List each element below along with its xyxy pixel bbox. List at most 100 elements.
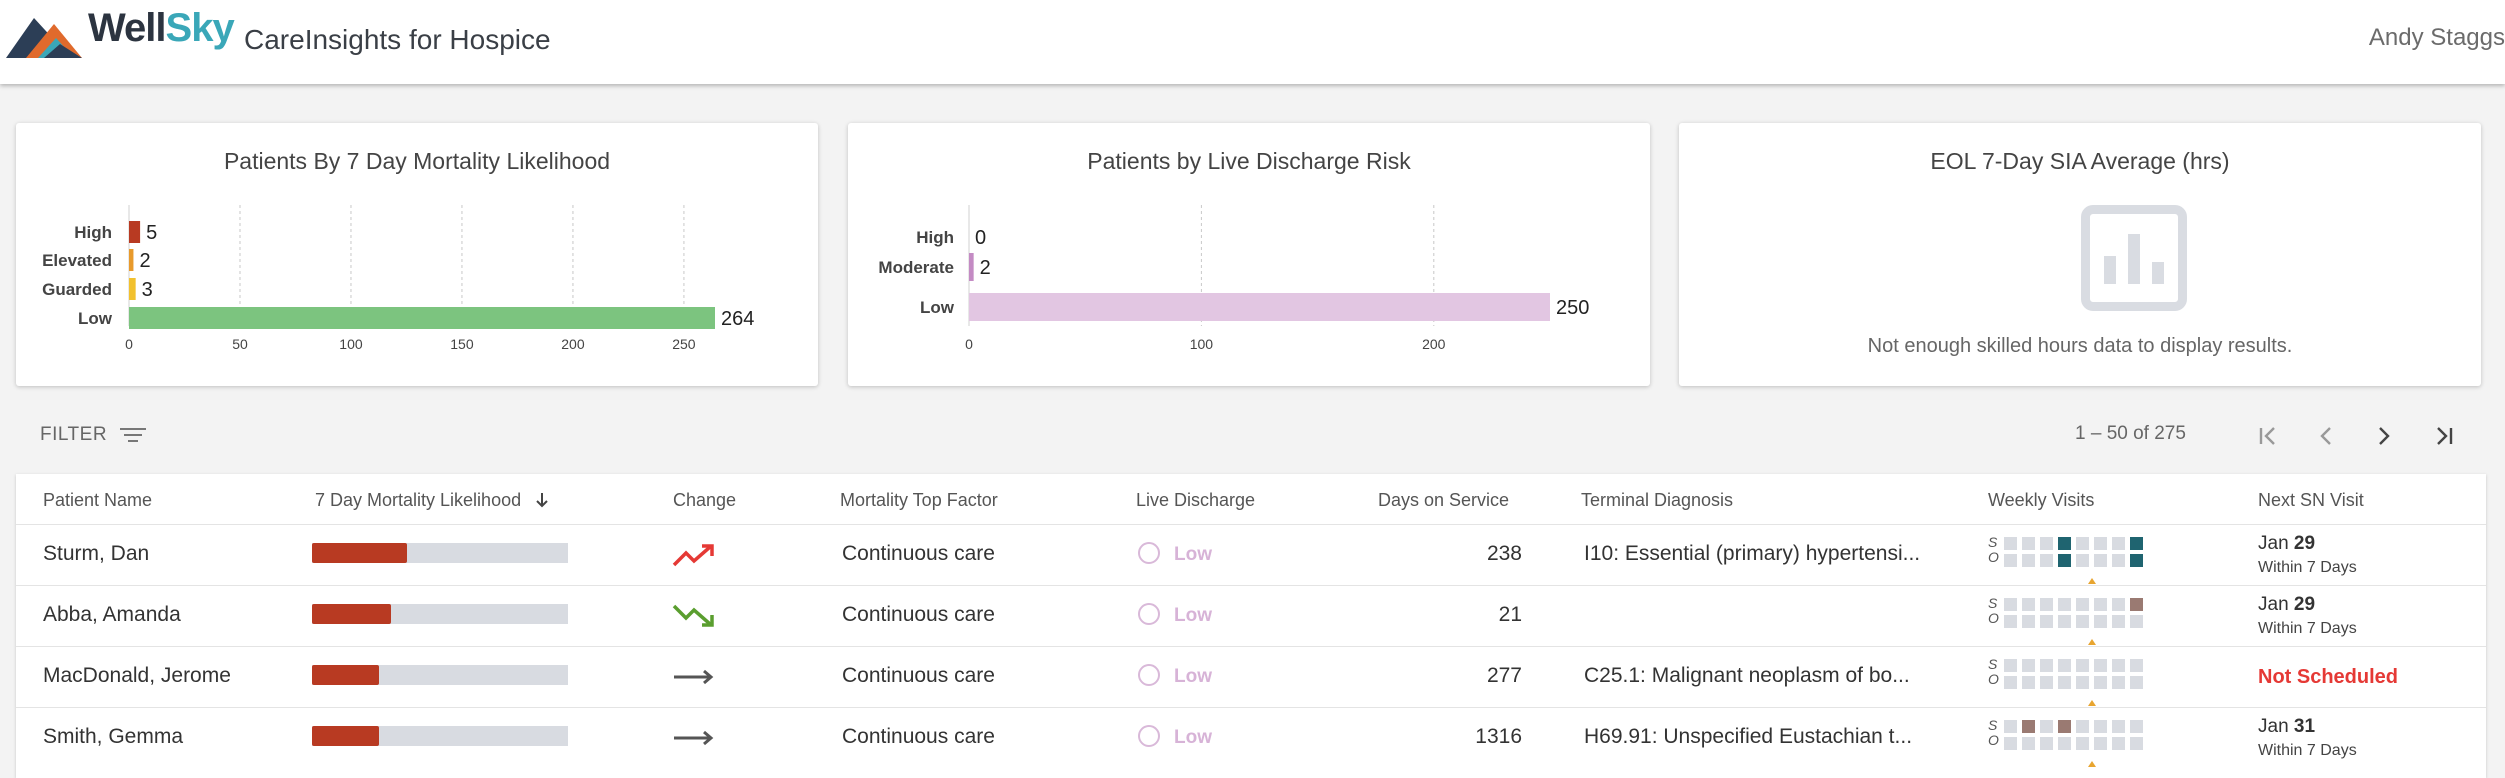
x-tick-label: 0 xyxy=(965,336,973,352)
weekly-visits-grid: SO xyxy=(1988,595,2148,646)
data-label: 5 xyxy=(146,222,157,244)
header-live-discharge[interactable]: Live Discharge xyxy=(1136,490,1255,511)
next-sn-window: Within 7 Days xyxy=(2258,559,2357,576)
brand-wordmark: WellSky xyxy=(88,6,235,51)
visit-cell xyxy=(2112,720,2125,733)
visit-cell xyxy=(2094,615,2107,628)
trend-down-icon xyxy=(672,604,714,627)
chart-bar xyxy=(129,307,715,329)
mortality-bar-fill xyxy=(312,665,379,685)
header-change[interactable]: Change xyxy=(673,490,736,511)
visit-cell xyxy=(2022,554,2035,567)
header-weekly-visits[interactable]: Weekly Visits xyxy=(1988,490,2094,511)
visit-cell xyxy=(2076,737,2089,750)
mortality-bar-track xyxy=(312,665,568,685)
visit-cell xyxy=(2058,737,2071,750)
visit-cell xyxy=(2130,720,2143,733)
visit-row-label: S xyxy=(1988,656,1998,672)
table-row[interactable]: MacDonald, Jerome Continuous care Low 277 C2… xyxy=(16,646,2486,707)
category-label: Elevated xyxy=(42,251,112,270)
arrow-right-icon xyxy=(674,730,714,746)
mortality-bar-fill xyxy=(312,543,407,563)
first-page-icon xyxy=(2259,427,2275,445)
table-row[interactable]: Abba, Amanda Continuous care Low 21 S O Jan 29… xyxy=(16,585,2486,646)
visit-cell xyxy=(2058,554,2071,567)
eol-chart-title: EOL 7-Day SIA Average (hrs) xyxy=(1930,148,2230,174)
visit-cell xyxy=(2022,615,2035,628)
visit-cell xyxy=(2058,537,2071,550)
header-next-sn-visit[interactable]: Next SN Visit xyxy=(2258,490,2364,511)
visit-row-label: S xyxy=(1988,717,1998,733)
days-on-service: 1316 xyxy=(1475,725,1522,748)
filter-button[interactable]: FILTER xyxy=(40,424,147,446)
visit-cell xyxy=(2094,720,2107,733)
discharge-chart-card: Patients by Live Discharge Risk 0 100 200 H… xyxy=(848,123,1650,386)
mortality-top-factor: Continuous care xyxy=(842,542,995,565)
visit-row-label: S xyxy=(1988,595,1998,611)
visit-cell xyxy=(2022,598,2035,611)
visit-cell xyxy=(2130,615,2143,628)
visit-cell xyxy=(2040,676,2053,689)
header-mortality-label: 7 Day Mortality Likelihood xyxy=(315,490,522,510)
visit-cell xyxy=(2076,537,2089,550)
header-top-factor[interactable]: Mortality Top Factor xyxy=(840,490,998,511)
weekly-visits-grid: SO xyxy=(1988,656,2148,707)
visit-cell xyxy=(2004,720,2017,733)
visit-row-label: O xyxy=(1988,732,1999,748)
table-row[interactable]: Sturm, Dan Continuous care Low 238 I10: Esse… xyxy=(16,524,2486,585)
change-trend xyxy=(672,663,716,696)
discharge-chart: 0 100 200 High 0 Moderate 2 Low 250 xyxy=(878,205,1589,352)
table-row[interactable]: Smith, Gemma Continuous care Low 1316 H69.91… xyxy=(16,707,2486,768)
change-trend xyxy=(672,541,716,574)
live-discharge-value: Low xyxy=(1174,727,1212,748)
next-sn-day: 31 xyxy=(2293,716,2316,737)
patient-name[interactable]: Abba, Amanda xyxy=(43,603,181,627)
header-terminal-diagnosis[interactable]: Terminal Diagnosis xyxy=(1581,490,1733,511)
mortality-bar-fill xyxy=(312,604,392,624)
visit-cell xyxy=(2130,659,2143,672)
visit-cell xyxy=(2094,676,2107,689)
live-discharge-value: Low xyxy=(1174,544,1212,565)
terminal-diagnosis: C25.1: Malignant neoplasm of bo... xyxy=(1584,664,1910,687)
eol-chart-card: EOL 7-Day SIA Average (hrs) Not enough s… xyxy=(1679,123,2481,386)
arrow-right-icon xyxy=(674,669,714,685)
next-page-button[interactable] xyxy=(2366,418,2402,454)
patient-name[interactable]: MacDonald, Jerome xyxy=(43,664,231,688)
category-label: High xyxy=(916,228,954,247)
days-on-service: 277 xyxy=(1486,664,1522,687)
patient-name[interactable]: Smith, Gemma xyxy=(43,725,183,749)
terminal-diagnosis: I10: Essential (primary) hypertensi... xyxy=(1584,542,1921,565)
patient-name[interactable]: Sturm, Dan xyxy=(43,542,149,566)
chart-bar xyxy=(129,278,136,300)
visit-cell xyxy=(2040,598,2053,611)
visit-cell xyxy=(2076,615,2089,628)
user-menu[interactable]: Andy Staggs xyxy=(2369,24,2505,52)
visit-cell xyxy=(2094,737,2107,750)
visit-cell xyxy=(2058,598,2071,611)
header-patient-name[interactable]: Patient Name xyxy=(43,490,152,511)
last-page-button[interactable] xyxy=(2426,418,2462,454)
visit-cell xyxy=(2004,615,2017,628)
visit-cell xyxy=(2004,537,2017,550)
visit-row-label: O xyxy=(1988,671,1999,687)
visit-cell xyxy=(2022,537,2035,550)
data-label: 2 xyxy=(980,257,991,279)
visit-cell xyxy=(2040,720,2053,733)
visit-cell xyxy=(2004,598,2017,611)
x-tick-label: 250 xyxy=(672,336,696,352)
trend-up-icon xyxy=(672,544,714,567)
visit-cell xyxy=(2094,598,2107,611)
filter-label: FILTER xyxy=(40,424,108,445)
first-page-button[interactable] xyxy=(2250,418,2286,454)
live-discharge-circle-icon xyxy=(1138,603,1160,625)
previous-page-button[interactable] xyxy=(2308,418,2344,454)
data-label: 250 xyxy=(1556,297,1589,319)
visit-cell xyxy=(2112,554,2125,567)
terminal-diagnosis: H69.91: Unspecified Eustachian t... xyxy=(1584,725,1913,748)
visit-cell xyxy=(2112,537,2125,550)
brand-word-well: Well xyxy=(88,6,167,50)
header-mortality[interactable]: 7 Day Mortality Likelihood xyxy=(315,490,550,511)
header-days-on-service[interactable]: Days on Service xyxy=(1378,490,1509,511)
chevron-right-icon xyxy=(2379,427,2390,445)
visit-cell xyxy=(2058,676,2071,689)
